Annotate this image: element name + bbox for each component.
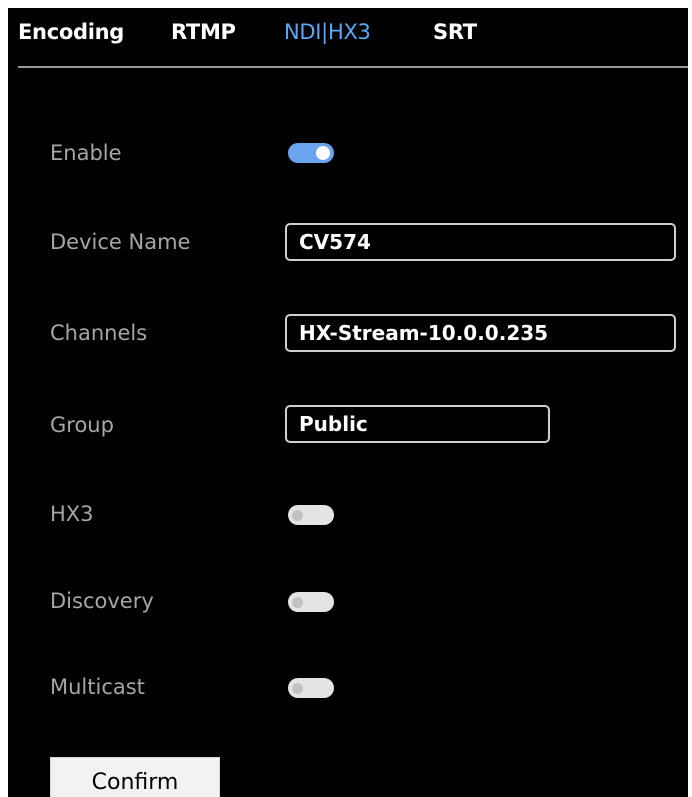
hx3-toggle[interactable] <box>288 505 334 525</box>
discovery-toggle[interactable] <box>288 592 334 612</box>
ndi-settings-panel: Encoding RTMP NDI|HX3 SRT Enable Device … <box>8 8 688 797</box>
group-input[interactable] <box>285 405 550 443</box>
group-label: Group <box>50 413 114 437</box>
discovery-label: Discovery <box>50 589 154 613</box>
tab-divider <box>18 66 688 68</box>
channels-label: Channels <box>50 321 148 345</box>
enable-label: Enable <box>50 141 122 165</box>
device-name-label: Device Name <box>50 230 191 254</box>
multicast-toggle[interactable] <box>288 678 334 698</box>
multicast-label: Multicast <box>50 675 145 699</box>
toggle-knob <box>292 509 303 521</box>
toggle-knob <box>316 146 330 160</box>
enable-toggle[interactable] <box>288 143 334 163</box>
tab-rtmp[interactable]: RTMP <box>171 20 236 44</box>
tab-ndi-hx3[interactable]: NDI|HX3 <box>284 20 371 44</box>
tab-srt[interactable]: SRT <box>433 20 477 44</box>
channels-input[interactable] <box>285 314 676 352</box>
toggle-knob <box>292 682 303 694</box>
settings-tabs: Encoding RTMP NDI|HX3 SRT <box>8 8 688 66</box>
tab-encoding[interactable]: Encoding <box>18 20 124 44</box>
confirm-button[interactable]: Confirm <box>50 757 220 797</box>
toggle-knob <box>292 596 303 608</box>
device-name-input[interactable] <box>285 223 676 261</box>
hx3-label: HX3 <box>50 502 94 526</box>
